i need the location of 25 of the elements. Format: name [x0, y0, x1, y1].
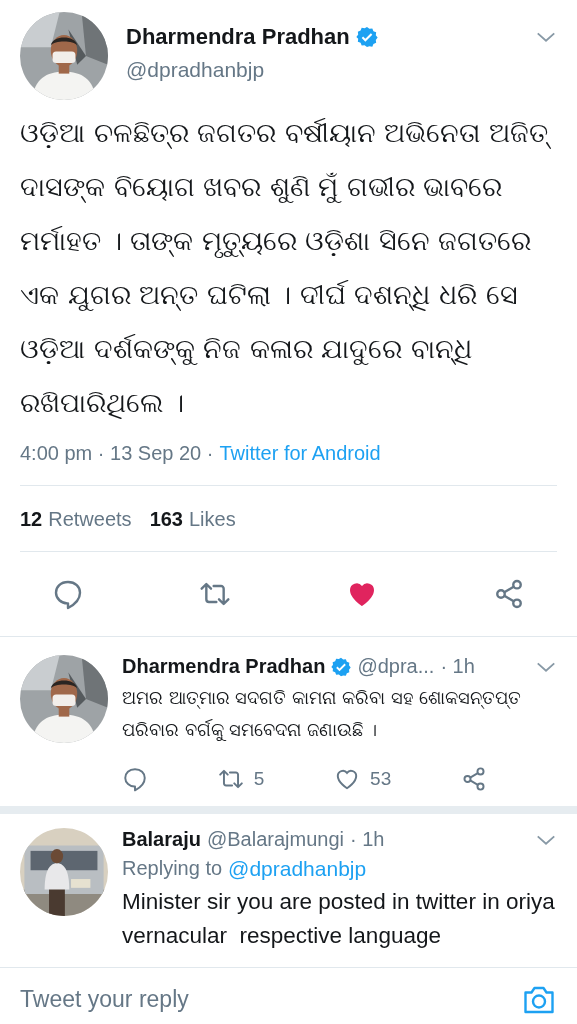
reply-icon[interactable] — [52, 578, 84, 610]
author-handle[interactable]: @dpradhanbjp — [126, 58, 517, 82]
source-link[interactable]: Twitter for Android — [219, 442, 381, 465]
author-name[interactable]: Dharmendra Pradhan — [126, 24, 350, 50]
mention-link[interactable]: @dpradhanbjp — [228, 857, 367, 881]
reply-text: ଅମର ଆତ୍ମାର ସଦଗତି କାମନା କରିବା ସହ ଶୋକସନ୍ତପ୍ତ ପରିବାର ବର୍ଗକୁ ସମବେଦନା ଜଣାଉଛି । — [122, 686, 523, 743]
reply-text: Minister sir you are posted in twitter in oriya vernacular respective language — [122, 888, 556, 950]
tweet-text: ଓଡ଼ିଆ ଚଳଛିତ୍ର ଜଗତର ବର୍ଷୀୟାନ ଅଭିନେତା ଅଜିତ୍ ଦାସଙ୍କ ବିୟୋଗ ଖବର ଶୁଣି ମୁଁ ଗଭୀର ଭାବରେ ମର୍ମାହତ । ତାଙ୍କ ମୃତ୍ୟୁରେ ଓଡ଼ିଶା ସିନେ ଜଗତରେ ଏକ ଯୁଗର ଅନ୍ତ ଘଟିଲା । ଦୀର୍ଘ ଦଶନ୍ଧି ଧରି ସେ ଓଡ଼ିଆ ଦର୍ଶକଙ୍କୁ ନିଜ କଳାର ଯାଦୁରେ ବାନ୍ଧି ରଖିପାରିଥିଲେ । — [20, 106, 557, 430]
like-count: 53 — [370, 768, 392, 790]
reply-icon[interactable] — [122, 766, 148, 792]
author-name[interactable]: Balaraju — [122, 828, 201, 851]
author-name[interactable]: Dharmendra Pradhan — [122, 655, 326, 678]
stat-count: 163 — [149, 508, 183, 531]
stat-label[interactable]: Likes — [189, 508, 236, 531]
replying-label: Replying to — [122, 857, 223, 881]
author-handle[interactable]: @dpra... — [357, 655, 435, 678]
author-handle[interactable]: @Balarajmungi — [206, 828, 344, 851]
reply-time: · 1h — [440, 655, 475, 678]
retweet-count: 5 — [253, 768, 265, 790]
tweet-timestamp: 4:00 pm · 13 Sep 20 · — [20, 442, 214, 465]
reply-time: · 1h — [349, 828, 385, 851]
share-icon[interactable] — [493, 578, 525, 610]
stat-count: 12 — [20, 508, 43, 531]
reply-input-field[interactable]: Tweet your reply — [20, 980, 521, 1019]
stat-label[interactable]: Retweets — [48, 508, 132, 531]
